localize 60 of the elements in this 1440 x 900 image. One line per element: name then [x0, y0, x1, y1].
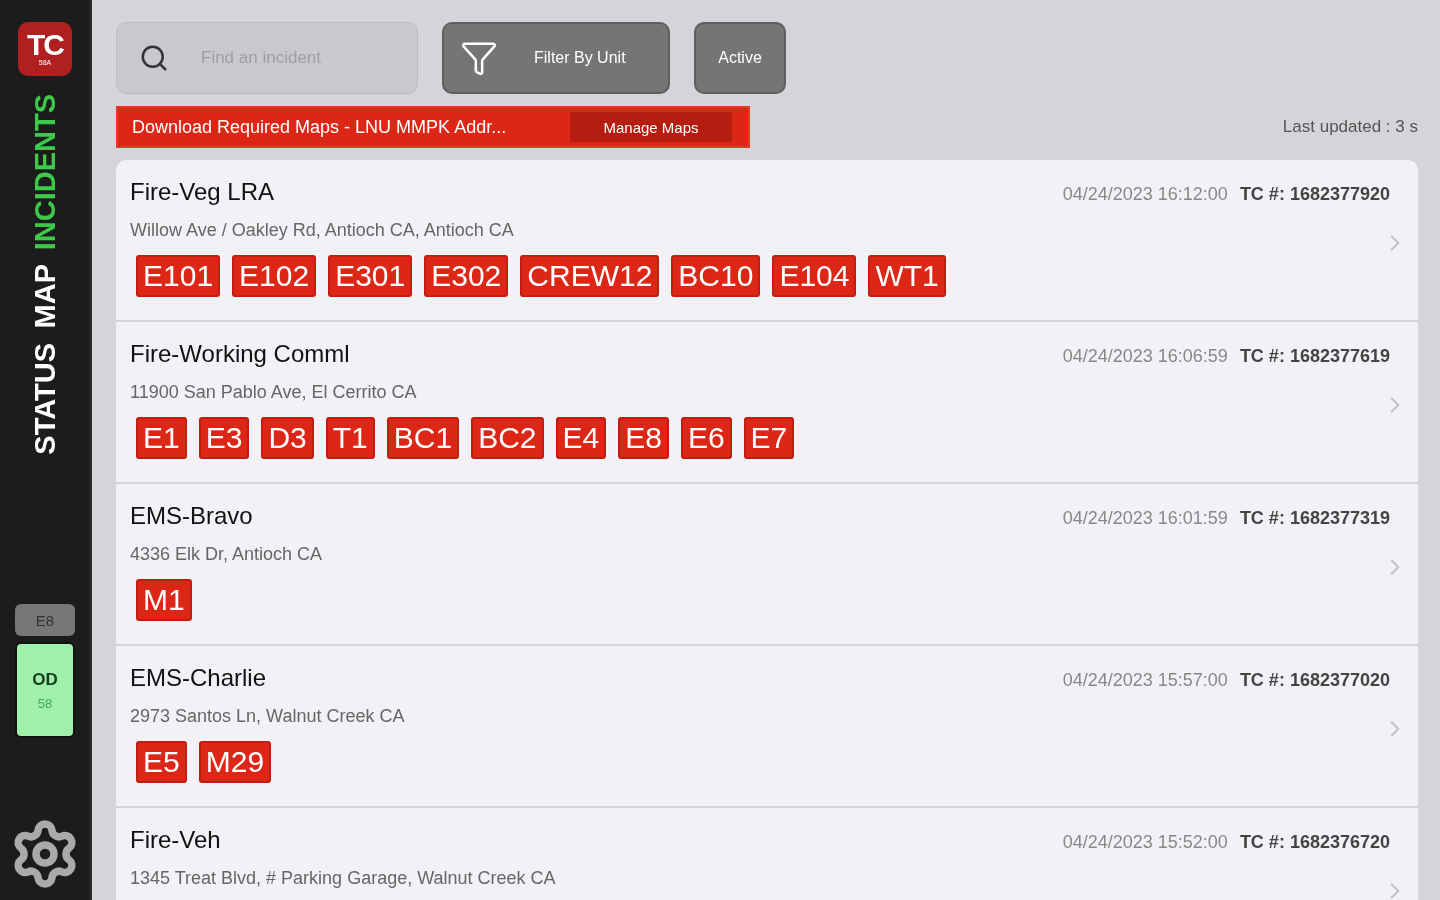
unit-tag: M1 — [136, 579, 192, 621]
incident-card[interactable]: Fire-Working Comml 04/24/2023 16:06:59 TC #: 1682377619 11900 San Pablo Ave, El Cerrito CA E1 E3 D3 T1 BC1 BC2 E4 E8 E6 E7 — [116, 322, 1418, 482]
unit-tag: E7 — [743, 417, 795, 459]
unit-number: 58 — [37, 695, 53, 711]
unit-tag: BC2 — [471, 417, 544, 459]
banner-text: Download Required Maps - LNU MMPK Addr... — [132, 116, 507, 138]
incident-type: EMS-Bravo — [130, 502, 253, 530]
incident-address: 1345 Treat Blvd, # Parking Garage, Walnut Creek CA — [130, 868, 557, 889]
incident-card[interactable]: Fire-Veg LRA 04/24/2023 16:12:00 TC #: 1682377920 Willow Ave / Oakley Rd, Antioch CA, Antioch CA E101 E102 E301 E302 CREW12 BC10 E104 WT1 — [116, 160, 1418, 320]
tc-number: TC #: 1682376720 — [1239, 832, 1390, 853]
incident-address: Willow Ave / Oakley Rd, Antioch CA, Antioch CA — [130, 220, 515, 241]
nav-tab[interactable]: MAP — [28, 264, 62, 329]
incident-card[interactable]: Fire-Veh 04/24/2023 15:52:00 TC #: 1682376720 1345 Treat Blvd, # Parking Garage, Walnut Creek CA — [116, 808, 1418, 900]
active-button[interactable]: Active — [694, 22, 786, 94]
tc-number: TC #: 1682377319 — [1239, 508, 1390, 529]
incident-time: 04/24/2023 16:12:00 — [1062, 184, 1228, 205]
filter-button[interactable]: Filter By Unit — [442, 22, 670, 94]
unit-tag: BC10 — [671, 255, 761, 297]
unit-status-card[interactable]: OD 58 — [15, 642, 75, 738]
unit-tag: E4 — [555, 417, 607, 459]
incident-address: 11900 San Pablo Ave, El Cerrito CA — [130, 382, 418, 403]
unit-tag: WT1 — [868, 255, 946, 297]
incident-type: EMS-Charlie — [130, 664, 267, 692]
tc-number: TC #: 1682377920 — [1239, 184, 1390, 205]
filter-icon — [460, 39, 498, 77]
unit-tag: E302 — [424, 255, 509, 297]
unit-tag: E5 — [136, 741, 187, 783]
unit-status: OD — [32, 669, 58, 690]
nav-tab[interactable]: INCIDENTS — [28, 94, 62, 251]
unit-tag: CREW12 — [520, 255, 660, 297]
incident-card[interactable]: EMS-Bravo 04/24/2023 16:01:59 TC #: 1682377319 4336 Elk Dr, Antioch CA M1 — [116, 484, 1418, 644]
search-icon — [139, 43, 169, 73]
unit-tag: T1 — [325, 417, 375, 459]
incident-time: 04/24/2023 16:06:59 — [1062, 346, 1228, 367]
incident-time: 04/24/2023 15:57:00 — [1062, 670, 1228, 691]
unit-tag: E101 — [136, 255, 221, 297]
incident-address: 4336 Elk Dr, Antioch CA — [130, 544, 324, 565]
unit-tag: E301 — [328, 255, 413, 297]
manage-maps-button[interactable]: Manage Maps — [570, 112, 732, 142]
unit-tag: BC1 — [386, 417, 460, 459]
unit-tag: E104 — [772, 255, 857, 297]
incident-card[interactable]: EMS-Charlie 04/24/2023 15:57:00 TC #: 1682377020 2973 Santos Ln, Walnut Creek CA E5 M29 — [116, 646, 1418, 806]
unit-tag: E1 — [136, 417, 187, 459]
unit-tag: M29 — [198, 741, 272, 783]
nav-tab[interactable]: STATUS — [28, 342, 62, 455]
incident-time: 04/24/2023 16:01:59 — [1062, 508, 1228, 529]
tc-number: TC #: 1682377020 — [1239, 670, 1390, 691]
tc-number: TC #: 1682377619 — [1239, 346, 1390, 367]
unit-tag: E6 — [680, 417, 732, 459]
incident-type: Fire-Working Comml — [130, 340, 350, 368]
incident-time: 04/24/2023 15:52:00 — [1062, 832, 1228, 853]
unit-tag: E3 — [198, 417, 250, 459]
incident-address: 2973 Santos Ln, Walnut Creek CA — [130, 706, 406, 727]
incident-type: Fire-Veg LRA — [130, 178, 275, 206]
last-updated: Last updated : 3 s — [1282, 117, 1418, 137]
unit-name: E8 — [15, 604, 75, 636]
incident-type: Fire-Veh — [130, 826, 221, 854]
unit-tag: E8 — [618, 417, 669, 459]
unit-tag: D3 — [261, 417, 314, 459]
unit-tag: E102 — [232, 255, 317, 297]
